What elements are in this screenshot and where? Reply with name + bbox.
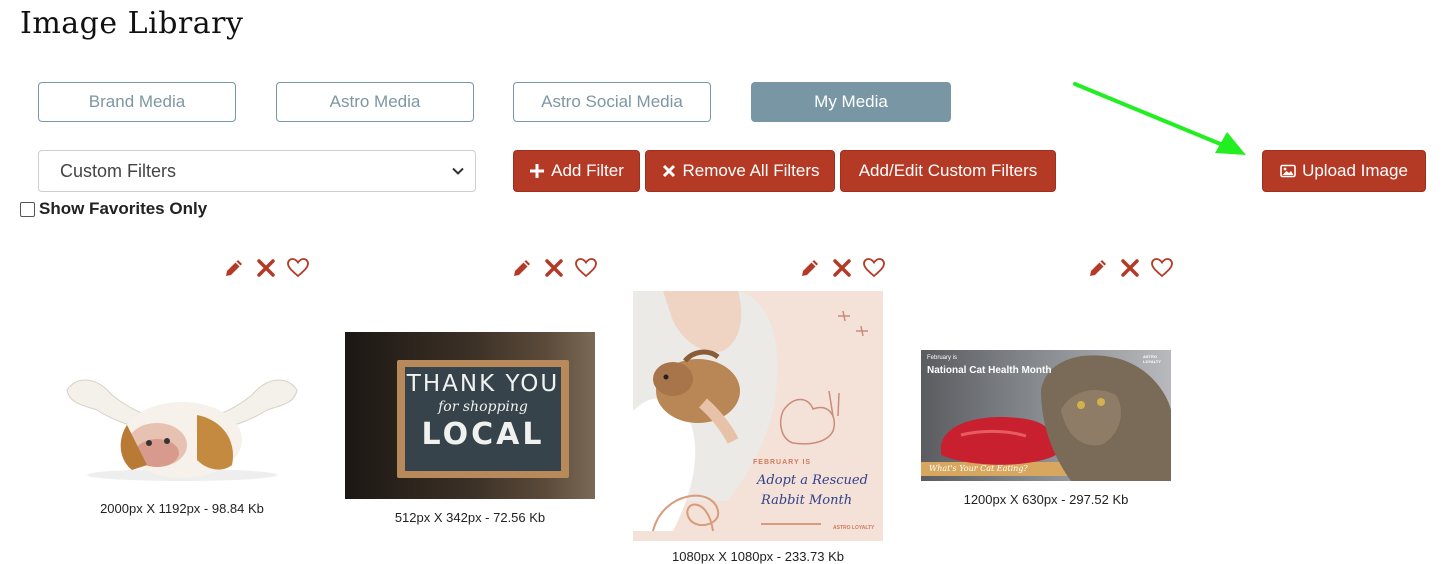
image-thumbnail-rabbit-month[interactable]: FEBRUARY IS Adopt a Rescued Rabbit Month… <box>633 291 883 541</box>
image-caption: 2000px X 1192px - 98.84 Kb <box>100 501 264 516</box>
delete-icon[interactable] <box>1118 256 1142 280</box>
add-edit-custom-filters-button[interactable]: Add/Edit Custom Filters <box>840 150 1056 192</box>
delete-icon[interactable] <box>542 256 566 280</box>
cat-kicker: February is <box>927 355 958 361</box>
sign-line-for-shopping: for shopping <box>438 399 528 415</box>
show-favorites-toggle[interactable]: Show Favorites Only <box>20 199 207 219</box>
tab-astro-social-media[interactable]: Astro Social Media <box>513 82 711 122</box>
image-3-tools <box>798 256 886 280</box>
custom-filters-select[interactable]: Custom Filters <box>38 150 476 192</box>
tab-my-media[interactable]: My Media <box>751 82 951 122</box>
page-title: Image Library <box>20 6 244 41</box>
image-caption: 512px X 342px - 72.56 Kb <box>394 510 546 525</box>
image-thumbnail-cat-health[interactable]: February is National Cat Health Month AS… <box>921 350 1171 481</box>
upload-image-label: Upload Image <box>1302 161 1408 180</box>
show-favorites-checkbox[interactable] <box>20 201 35 217</box>
favorite-icon[interactable] <box>1150 256 1174 280</box>
image-1-tools <box>222 256 310 280</box>
cat-footer: What's Your Cat Eating? <box>929 464 1028 473</box>
image-2-tools <box>510 256 598 280</box>
edit-icon[interactable] <box>510 256 534 280</box>
rabbit-headline-2: Rabbit Month <box>761 493 853 508</box>
delete-icon[interactable] <box>830 256 854 280</box>
remove-all-filters-button[interactable]: Remove All Filters <box>645 150 835 192</box>
image-caption: 1200px X 630px - 297.52 Kb <box>963 492 1129 507</box>
edit-icon[interactable] <box>798 256 822 280</box>
close-icon <box>662 164 675 178</box>
remove-all-filters-label: Remove All Filters <box>682 161 820 180</box>
chevron-down-icon <box>452 167 464 175</box>
bulldog-illustration <box>66 379 298 481</box>
add-edit-custom-filters-label: Add/Edit Custom Filters <box>858 161 1038 180</box>
plus-icon <box>530 164 545 178</box>
delete-icon[interactable] <box>254 256 278 280</box>
favorite-icon[interactable] <box>286 256 310 280</box>
rabbit-brand: ASTRO LOYALTY <box>833 525 875 531</box>
image-icon <box>1280 164 1296 178</box>
annotation-arrow <box>1073 82 1246 155</box>
show-favorites-label: Show Favorites Only <box>39 199 208 218</box>
tab-brand-media[interactable]: Brand Media <box>38 82 236 122</box>
tab-astro-media[interactable]: Astro Media <box>276 82 474 122</box>
upload-image-button[interactable]: Upload Image <box>1262 150 1426 192</box>
sign-line-local: LOCAL <box>421 417 545 452</box>
favorite-icon[interactable] <box>862 256 886 280</box>
custom-filters-select-value: Custom Filters <box>60 160 177 181</box>
image-thumbnail-bulldog[interactable] <box>57 345 307 495</box>
image-thumbnail-chalkboard[interactable]: THANK YOU for shopping LOCAL <box>345 332 595 499</box>
edit-icon[interactable] <box>1086 256 1110 280</box>
add-filter-label: Add Filter <box>551 161 624 180</box>
cat-brand: ASTRO LOYALTY <box>1143 354 1162 364</box>
edit-icon[interactable] <box>222 256 246 280</box>
cat-headline: National Cat Health Month <box>927 365 1052 376</box>
image-4-tools <box>1086 256 1174 280</box>
rabbit-kicker: FEBRUARY IS <box>753 459 812 466</box>
favorite-icon[interactable] <box>574 256 598 280</box>
chalkboard-surface: THANK YOU for shopping LOCAL <box>405 367 561 471</box>
sign-line-thank-you: THANK YOU <box>406 371 560 397</box>
add-filter-button[interactable]: Add Filter <box>513 150 640 192</box>
rabbit-headline-1: Adopt a Rescued <box>757 473 868 488</box>
